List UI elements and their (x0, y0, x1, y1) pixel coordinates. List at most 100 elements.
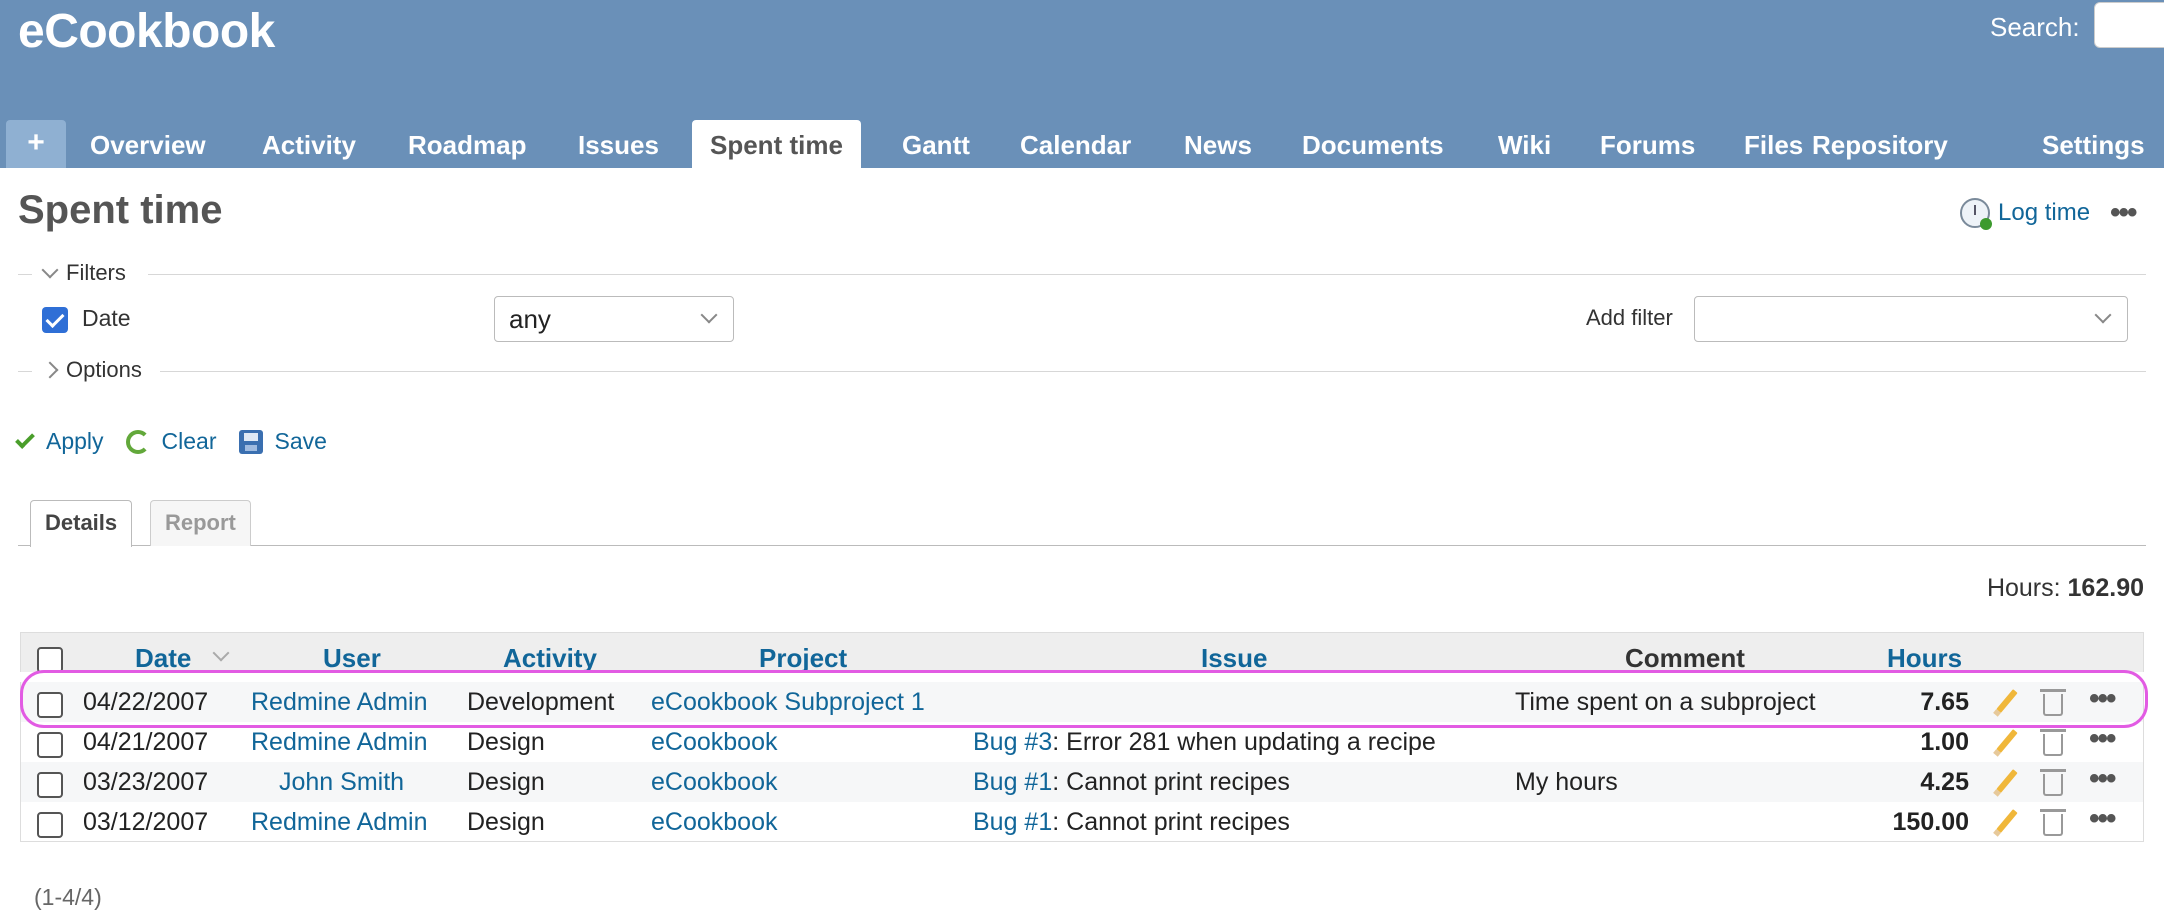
column-project[interactable]: Project (759, 643, 847, 674)
column-activity[interactable]: Activity (503, 643, 597, 674)
options-legend[interactable]: Options (41, 357, 142, 383)
column-hours[interactable]: Hours (1887, 643, 1962, 674)
row-checkbox[interactable] (37, 772, 63, 798)
row-more-icon[interactable]: ••• (2089, 722, 2116, 756)
cell-activity: Design (467, 808, 545, 836)
cell-user[interactable]: John Smith (279, 768, 404, 797)
cell-user[interactable]: Redmine Admin (251, 808, 427, 837)
tab-gantt[interactable]: Gantt (902, 120, 970, 168)
cell-project[interactable]: eCookbook (651, 728, 777, 757)
tab-spent-time[interactable]: Spent time (692, 120, 861, 168)
tab-repository[interactable]: Repository (1812, 120, 1948, 168)
cell-user[interactable]: Redmine Admin (251, 728, 427, 757)
tab-forums[interactable]: Forums (1600, 120, 1695, 168)
tab-issues[interactable]: Issues (578, 120, 659, 168)
date-filter-checkbox[interactable] (42, 307, 68, 333)
more-actions-icon[interactable]: ••• (2110, 196, 2137, 230)
row-more-icon[interactable]: ••• (2089, 682, 2116, 716)
new-object-button[interactable]: + (6, 120, 66, 168)
cell-hours: 7.65 (1920, 688, 1969, 716)
total-hours: Hours: 162.90 (1987, 574, 2144, 603)
column-user[interactable]: User (323, 643, 381, 674)
cell-activity: Development (467, 688, 615, 716)
select-all-checkbox[interactable] (37, 647, 63, 673)
tab-calendar[interactable]: Calendar (1020, 120, 1131, 168)
column-date[interactable]: Date (135, 643, 191, 674)
date-operator-select[interactable]: any (494, 296, 734, 342)
tab-activity[interactable]: Activity (262, 120, 356, 168)
apply-button[interactable]: Apply (15, 428, 104, 455)
chevron-down-icon (41, 261, 59, 279)
edit-icon[interactable] (1996, 689, 2018, 713)
edit-icon[interactable] (1996, 769, 2018, 793)
cell-issue: Bug #1: Cannot print recipes (973, 768, 1290, 797)
options-border-left (18, 371, 32, 372)
cell-project[interactable]: eCookbook Subproject 1 (651, 688, 925, 717)
tab-settings[interactable]: Settings (2042, 120, 2145, 168)
cell-project[interactable]: eCookbook (651, 808, 777, 837)
issue-subject: : Cannot print recipes (1052, 808, 1290, 836)
table-row[interactable]: 04/21/2007 Redmine Admin Design eCookboo… (20, 722, 2144, 762)
edit-icon[interactable] (1996, 809, 2018, 833)
issue-link[interactable]: Bug #1 (973, 808, 1052, 836)
chevron-down-icon (700, 306, 718, 324)
clear-button[interactable]: Clear (125, 428, 217, 455)
date-filter-label: Date (82, 305, 131, 331)
issue-subject: : Error 281 when updating a recipe (1052, 728, 1436, 756)
tab-news[interactable]: News (1184, 120, 1252, 168)
table-row[interactable]: 04/22/2007 Redmine Admin Development eCo… (20, 682, 2144, 722)
tab-documents[interactable]: Documents (1302, 120, 1444, 168)
issue-link[interactable]: Bug #1 (973, 768, 1052, 796)
clear-label: Clear (161, 428, 217, 454)
save-button[interactable]: Save (238, 428, 327, 455)
add-filter-select[interactable] (1694, 296, 2128, 342)
row-checkbox[interactable] (37, 812, 63, 838)
cell-hours: 4.25 (1920, 768, 1969, 796)
cell-project[interactable]: eCookbook (651, 768, 777, 797)
cell-activity: Design (467, 728, 545, 756)
tab-files[interactable]: Files (1744, 120, 1803, 168)
project-title[interactable]: eCookbook (18, 4, 275, 59)
filters-legend[interactable]: Filters (41, 260, 126, 286)
cell-issue: Bug #3: Error 281 when updating a recipe (973, 728, 1436, 757)
filters-border-left (18, 274, 32, 275)
tab-wiki[interactable]: Wiki (1498, 120, 1551, 168)
row-checkbox[interactable] (37, 692, 63, 718)
cell-user[interactable]: Redmine Admin (251, 688, 427, 717)
column-comment: Comment (1625, 643, 1745, 673)
main-menu: + Overview Activity Roadmap Issues Spent… (0, 120, 2164, 168)
log-time-label: Log time (1998, 199, 2091, 226)
table-row[interactable]: 03/23/2007 John Smith Design eCookbook B… (20, 762, 2144, 802)
tabs-baseline (18, 545, 2146, 546)
row-more-icon[interactable]: ••• (2089, 762, 2116, 796)
top-header: eCookbook Search: + Overview Activity Ro… (0, 0, 2164, 168)
table-header: Date User Activity Project Issue Comment… (20, 632, 2144, 674)
tab-overview[interactable]: Overview (90, 120, 206, 168)
save-label: Save (274, 428, 327, 454)
add-filter-label: Add filter (1586, 305, 1673, 330)
row-more-icon[interactable]: ••• (2089, 802, 2116, 836)
delete-icon[interactable] (2040, 809, 2066, 836)
delete-icon[interactable] (2040, 729, 2066, 756)
sort-desc-icon (212, 644, 230, 662)
tab-report[interactable]: Report (150, 500, 251, 546)
options-border (160, 371, 2146, 372)
issue-subject: : Cannot print recipes (1052, 768, 1290, 796)
tab-details[interactable]: Details (30, 500, 133, 547)
filters-border (148, 274, 2146, 275)
date-operator-value: any (509, 304, 551, 334)
clock-add-icon (1960, 198, 1992, 230)
cell-date: 04/22/2007 (83, 688, 209, 716)
log-time-link[interactable]: Log time (1960, 198, 2091, 230)
delete-icon[interactable] (2040, 689, 2066, 716)
edit-icon[interactable] (1996, 729, 2018, 753)
tab-roadmap[interactable]: Roadmap (408, 120, 526, 168)
column-issue[interactable]: Issue (1201, 643, 1268, 674)
issue-link[interactable]: Bug #3 (973, 728, 1052, 756)
cell-issue: Bug #1: Cannot print recipes (973, 808, 1290, 837)
search-input[interactable] (2094, 2, 2164, 48)
row-checkbox[interactable] (37, 732, 63, 758)
delete-icon[interactable] (2040, 769, 2066, 796)
table-row[interactable]: 03/12/2007 Redmine Admin Design eCookboo… (20, 802, 2144, 842)
cell-comment: Time spent on a subproject (1515, 688, 1816, 716)
